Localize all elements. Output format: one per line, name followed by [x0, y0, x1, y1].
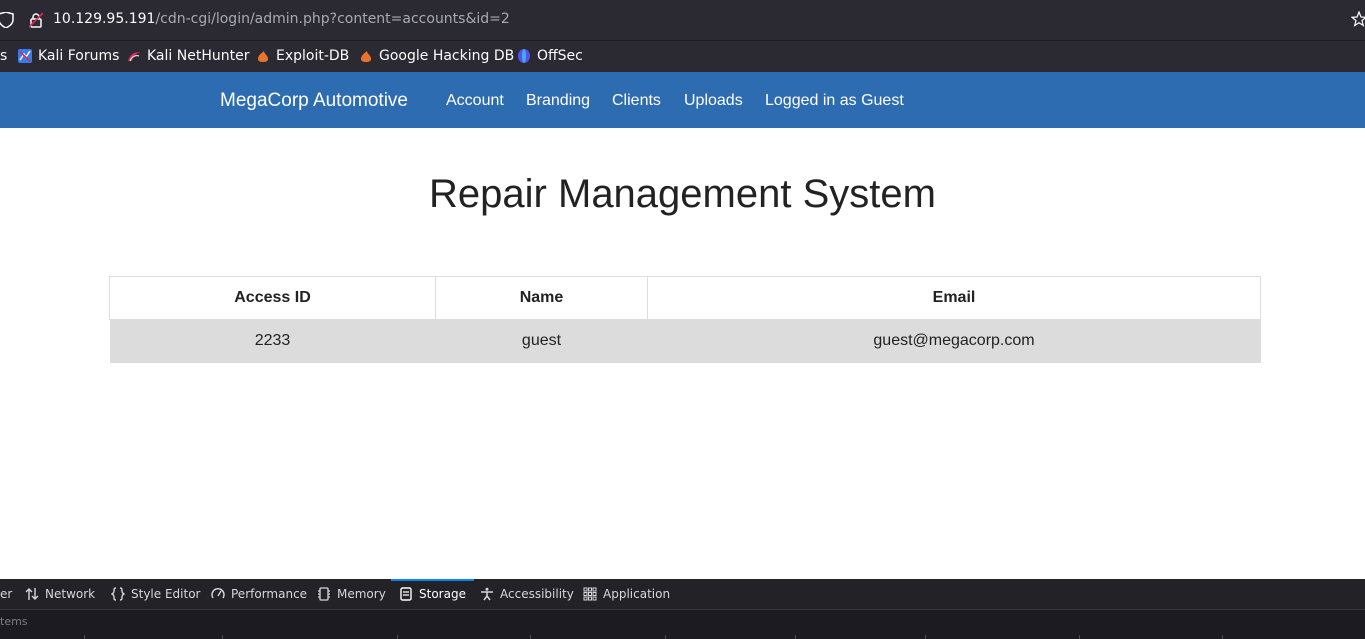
cell-access-id: 2233 [109, 319, 436, 363]
accessibility-icon [481, 587, 493, 601]
tab-accessibility[interactable]: Accessibility [480, 579, 574, 609]
column-divider [397, 635, 398, 639]
performance-icon [211, 588, 225, 599]
url-host: 10.129.95.191 [53, 11, 156, 27]
tab-memory[interactable]: Memory [317, 579, 386, 609]
column-divider [925, 635, 926, 639]
devtools-panel: er Network Style Editor Performance Memo… [0, 579, 1365, 639]
bookmark-exploit-db[interactable]: Exploit-DB [256, 48, 349, 64]
tab-label: Network [45, 587, 96, 601]
nav-clients[interactable]: Clients [612, 92, 661, 110]
devtools-tabbar: er Network Style Editor Performance Memo… [0, 579, 1365, 610]
bookmark-label: Kali Forums [38, 48, 120, 64]
column-divider [530, 635, 531, 639]
filter-placeholder: tems [0, 615, 28, 628]
cell-name: guest [435, 319, 648, 363]
column-divider [222, 635, 223, 639]
bookmark-kali-nethunter[interactable]: Kali NetHunter [127, 48, 249, 64]
bookmark-label: Google Hacking DB [379, 48, 515, 64]
tab-performance[interactable]: Performance [211, 579, 307, 609]
bookmark-star-icon[interactable] [1351, 11, 1365, 27]
tab-label: Accessibility [500, 587, 574, 601]
offsec-icon [518, 49, 530, 63]
tab-inspector-cut-off[interactable]: er [0, 579, 12, 609]
bookmark-label: s [0, 48, 8, 64]
tab-application[interactable]: Application [583, 579, 670, 609]
url-path: /cdn-cgi/login/admin.php?content=account… [155, 11, 510, 27]
kali-forums-icon [18, 49, 32, 63]
storage-filter-bar[interactable]: tems [0, 610, 1365, 634]
bookmarks-bar: s Kali Forums Kali NetHunter Exploit-DB … [0, 40, 1365, 73]
bookmark-kali-forums[interactable]: Kali Forums [18, 48, 119, 64]
column-header-name: Name [435, 276, 648, 320]
bookmark-ghdb[interactable]: Google Hacking DB [359, 48, 514, 64]
bookmark-label: Kali NetHunter [147, 48, 250, 64]
lock-insecure-icon[interactable] [29, 12, 43, 28]
ghdb-icon [361, 51, 371, 62]
column-divider [1079, 635, 1080, 639]
nav-branding[interactable]: Branding [526, 92, 590, 110]
brand-link[interactable]: MegaCorp Automotive [220, 90, 408, 112]
column-divider [1222, 635, 1223, 639]
storage-icon [400, 587, 412, 601]
nav-logged-in-as[interactable]: Logged in as Guest [765, 92, 904, 110]
tab-storage[interactable]: Storage [391, 579, 474, 609]
tab-label: Application [603, 587, 671, 601]
url-text[interactable]: 10.129.95.191/cdn-cgi/login/admin.php?co… [53, 11, 510, 27]
column-header-email: Email [647, 276, 1261, 320]
tab-label: Memory [337, 587, 386, 601]
shield-icon[interactable] [0, 12, 16, 28]
bookmark-cut-off[interactable]: s [0, 48, 7, 64]
cell-email: guest@megacorp.com [647, 319, 1261, 363]
tab-label: Style Editor [131, 587, 201, 601]
accounts-table: Access ID Name Email 2233 guest guest@me… [109, 276, 1261, 363]
tab-label: Storage [419, 587, 466, 601]
tab-style-editor[interactable]: Style Editor [111, 579, 200, 609]
style-editor-icon [111, 587, 125, 601]
table-row: 2233 guest guest@megacorp.com [109, 319, 1261, 363]
nav-account[interactable]: Account [446, 92, 504, 110]
bookmark-offsec[interactable]: OffSec [517, 48, 583, 64]
network-icon [25, 588, 39, 600]
column-header-access-id: Access ID [109, 276, 436, 320]
table-header-row: Access ID Name Email [109, 276, 1261, 320]
column-divider [84, 635, 85, 639]
application-icon [583, 587, 597, 601]
memory-icon [318, 587, 330, 601]
site-navbar: MegaCorp Automotive Account Branding Cli… [0, 72, 1365, 128]
bookmark-label: Exploit-DB [276, 48, 350, 64]
column-divider [795, 635, 796, 639]
tab-label: er [0, 587, 13, 601]
exploit-db-icon [258, 51, 268, 62]
bookmark-label: OffSec [537, 48, 583, 64]
tab-label: Performance [231, 587, 308, 601]
tab-network[interactable]: Network [25, 579, 95, 609]
url-bar[interactable]: 10.129.95.191/cdn-cgi/login/admin.php?co… [0, 0, 1365, 40]
nav-uploads[interactable]: Uploads [684, 92, 743, 110]
page-title: Repair Management System [429, 172, 936, 216]
column-divider [665, 635, 666, 639]
kali-nethunter-icon [128, 52, 140, 62]
